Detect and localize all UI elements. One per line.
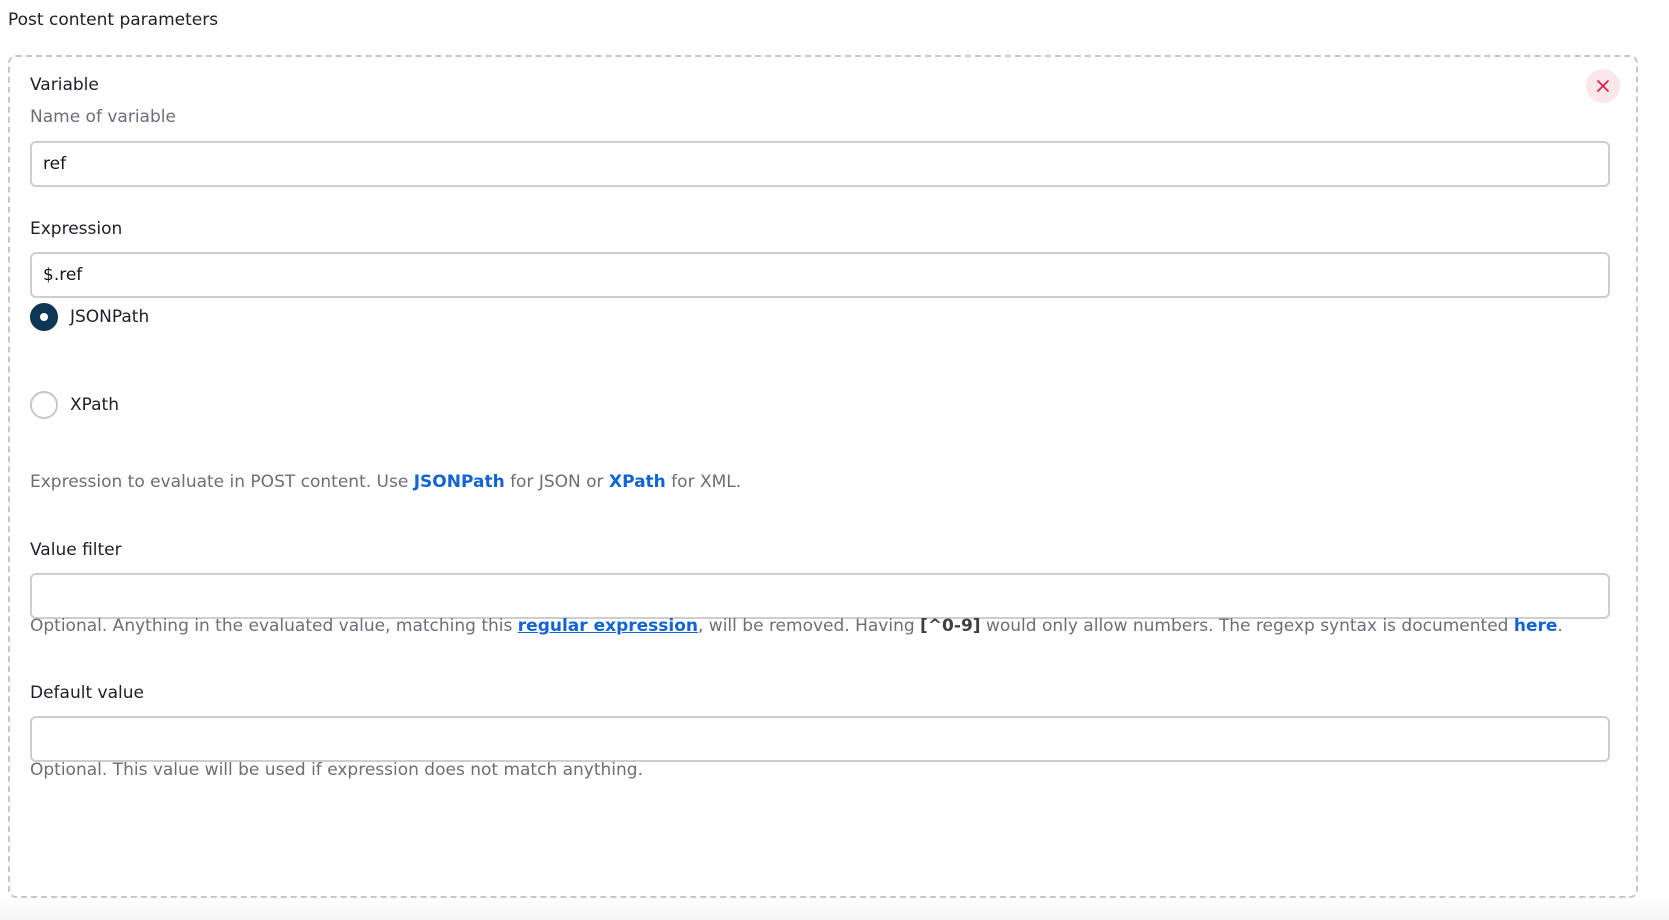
jsonpath-link[interactable]: JSONPath	[414, 472, 505, 492]
variable-label: Variable	[30, 75, 99, 95]
expression-help-prefix: Expression to evaluate in POST content. …	[30, 472, 414, 492]
regular-expression-link[interactable]: regular expression	[518, 616, 698, 636]
expression-label: Expression	[30, 219, 123, 239]
delete-button[interactable]	[1586, 69, 1620, 103]
radio-xpath[interactable]: XPath	[30, 391, 119, 419]
close-icon	[1597, 80, 1609, 92]
value-filter-input[interactable]	[30, 573, 1610, 619]
value-filter-label: Value filter	[30, 540, 122, 560]
expression-help-suffix: for XML.	[665, 472, 742, 492]
variable-input[interactable]	[30, 141, 1610, 187]
default-value-help: Optional. This value will be used if exp…	[30, 760, 644, 780]
radio-xpath-indicator[interactable]	[30, 391, 58, 419]
variable-description: Name of variable	[30, 107, 176, 127]
default-value-label: Default value	[30, 683, 144, 703]
expression-help: Expression to evaluate in POST content. …	[30, 472, 741, 492]
default-value-input[interactable]	[30, 716, 1610, 762]
bottom-strip	[0, 898, 1669, 920]
radio-jsonpath-label: JSONPath	[70, 307, 150, 327]
expression-input[interactable]	[30, 252, 1610, 298]
value-filter-help: Optional. Anything in the evaluated valu…	[30, 616, 1563, 636]
value-filter-help-suffix: .	[1557, 616, 1563, 636]
radio-xpath-label: XPath	[70, 395, 119, 415]
value-filter-help-middle1: , will be removed. Having	[698, 616, 921, 636]
value-filter-help-prefix: Optional. Anything in the evaluated valu…	[30, 616, 518, 636]
regexp-docs-link[interactable]: here	[1514, 616, 1558, 636]
regex-example: [^0-9]	[920, 616, 981, 636]
radio-jsonpath[interactable]: JSONPath	[30, 303, 149, 331]
value-filter-help-middle2: would only allow numbers. The regexp syn…	[980, 616, 1514, 636]
section-title: Post content parameters	[8, 10, 219, 30]
xpath-link[interactable]: XPath	[609, 472, 666, 492]
page: Post content parameters Variable Name of…	[0, 0, 1669, 920]
expression-help-middle: for JSON or	[504, 472, 609, 492]
radio-jsonpath-indicator[interactable]	[30, 303, 58, 331]
